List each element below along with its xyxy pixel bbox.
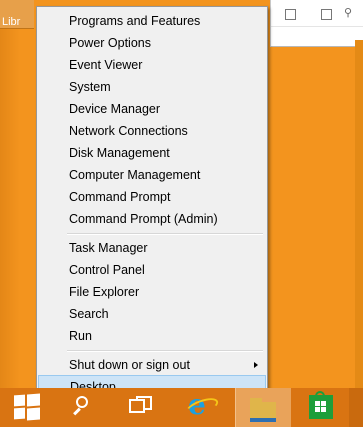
side-window-edge: [355, 40, 363, 390]
menu-item-label: System: [69, 80, 111, 94]
start-button[interactable]: [14, 393, 40, 421]
checkbox-icon[interactable]: [321, 9, 332, 20]
menu-item-label: Command Prompt: [69, 190, 171, 204]
menu-item-system[interactable]: System: [38, 76, 266, 98]
menu-item-command-prompt[interactable]: Command Prompt: [38, 186, 266, 208]
background-explorer-window[interactable]: ⚲: [270, 0, 363, 47]
menu-item-label: Control Panel: [69, 263, 145, 277]
menu-item-label: Search: [69, 307, 109, 321]
notification-area[interactable]: [349, 388, 363, 427]
menu-item-label: Disk Management: [69, 146, 170, 160]
menu-item-label: Device Manager: [69, 102, 161, 116]
menu-item-label: Command Prompt (Admin): [69, 212, 218, 226]
checkbox-icon[interactable]: [285, 9, 296, 20]
task-view-icon[interactable]: [128, 394, 154, 420]
menu-item-label: Event Viewer: [69, 58, 143, 72]
menu-item-label: Task Manager: [69, 241, 148, 255]
store-icon[interactable]: [305, 390, 339, 425]
explorer-toolbar: ⚲: [271, 0, 363, 27]
menu-item-label: Run: [69, 329, 92, 343]
menu-item-disk-management[interactable]: Disk Management: [38, 142, 266, 164]
submenu-arrow-icon: [254, 362, 258, 368]
menu-item-task-manager[interactable]: Task Manager: [38, 237, 266, 259]
desktop-shadow: [0, 28, 20, 388]
menu-item-programs-and-features[interactable]: Programs and Features: [38, 10, 266, 32]
power-user-context-menu: Programs and Features Power Options Even…: [36, 6, 268, 399]
desktop-icon-label: Libr: [2, 16, 21, 28]
menu-item-label: Shut down or sign out: [69, 358, 190, 372]
menu-item-control-panel[interactable]: Control Panel: [38, 259, 266, 281]
menu-item-search[interactable]: Search: [38, 303, 266, 325]
menu-separator: [67, 350, 263, 352]
menu-separator: [67, 233, 263, 235]
menu-item-device-manager[interactable]: Device Manager: [38, 98, 266, 120]
menu-item-label: Programs and Features: [69, 14, 201, 28]
internet-explorer-icon[interactable]: e: [183, 390, 221, 420]
file-explorer-icon[interactable]: [235, 388, 291, 427]
menu-item-label: Computer Management: [69, 168, 201, 182]
menu-item-event-viewer[interactable]: Event Viewer: [38, 54, 266, 76]
menu-item-label: Power Options: [69, 36, 151, 50]
menu-item-file-explorer[interactable]: File Explorer: [38, 281, 266, 303]
menu-item-label: Network Connections: [69, 124, 188, 138]
search-icon[interactable]: [70, 394, 96, 420]
search-icon[interactable]: ⚲: [344, 8, 354, 19]
menu-item-run[interactable]: Run: [38, 325, 266, 347]
menu-item-command-prompt-admin[interactable]: Command Prompt (Admin): [38, 208, 266, 230]
menu-item-label: File Explorer: [69, 285, 140, 299]
taskbar: e: [0, 388, 363, 427]
menu-item-shut-down-or-sign-out[interactable]: Shut down or sign out: [38, 354, 266, 376]
menu-item-network-connections[interactable]: Network Connections: [38, 120, 266, 142]
menu-item-computer-management[interactable]: Computer Management: [38, 164, 266, 186]
menu-item-power-options[interactable]: Power Options: [38, 32, 266, 54]
